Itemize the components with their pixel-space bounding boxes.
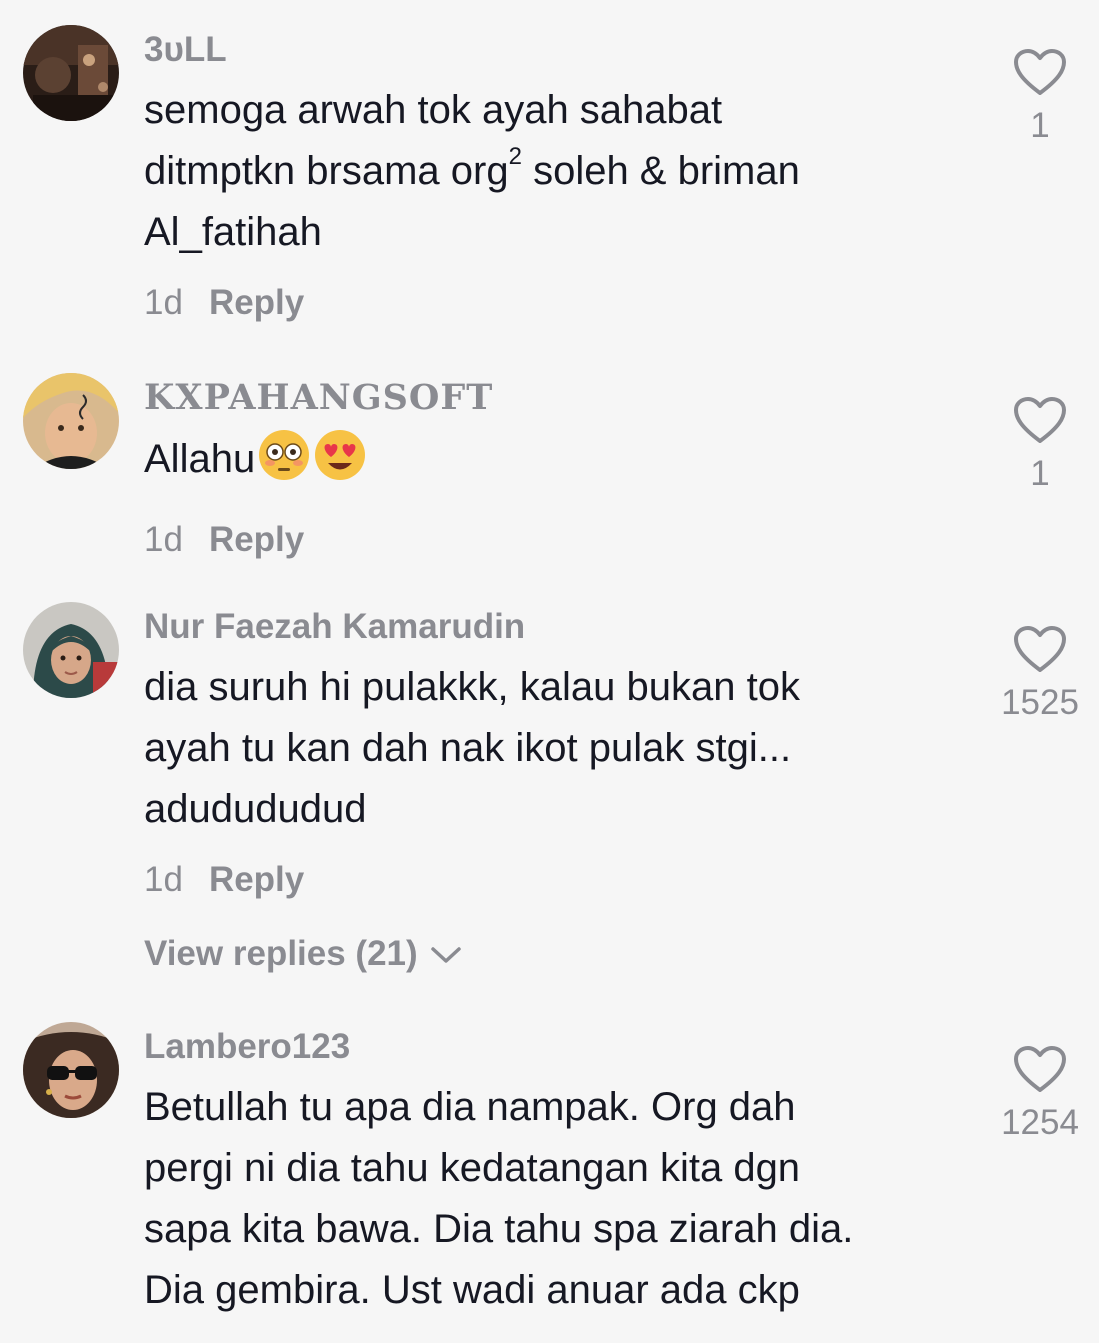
comment-text-line: soleh & briman [521, 149, 800, 193]
comment-text-line: Dia gembira. Ust wadi anuar ada ckp [144, 1268, 800, 1312]
comment-text-line: sapa kita bawa. Dia tahu spa ziarah dia. [144, 1207, 854, 1251]
comment-text-line: pergi ni dia tahu kedatangan kita dgn [144, 1146, 801, 1190]
comment-username[interactable]: 3ᴜLL [144, 30, 964, 70]
comment-text-line: adudududud [144, 787, 367, 831]
comment-text-line: ditmptkn brsama org [144, 149, 509, 193]
like-count: 1254 [1001, 1103, 1079, 1142]
comment-username[interactable]: Lambero123 [144, 1027, 964, 1067]
comment-username[interactable]: Nur Faezah Kamarudin [144, 607, 964, 647]
comment-text-line: semoga arwah tok ayah sahabat [144, 88, 723, 132]
comment-meta: 1d Reply [144, 520, 964, 560]
heart-outline-icon [1014, 49, 1066, 95]
view-replies-label: View replies (21) [144, 934, 418, 973]
like-count: 1525 [1001, 683, 1079, 722]
comment-text: Betullah tu apa dia nampak. Org dah perg… [144, 1077, 964, 1321]
comment-meta: 1d Reply [144, 860, 964, 900]
flushed-face-emoji [257, 428, 311, 500]
like-button[interactable]: 1525 [990, 625, 1090, 723]
comment-time: 1d [144, 860, 183, 899]
reply-button[interactable]: Reply [209, 283, 304, 322]
like-button[interactable]: 1 [990, 396, 1090, 494]
comment-text-line: Betullah tu apa dia nampak. Org dah [144, 1085, 796, 1129]
reply-button[interactable]: Reply [209, 520, 304, 559]
comment-time: 1d [144, 283, 183, 322]
like-count: 1 [1030, 454, 1050, 493]
heart-outline-icon [1014, 397, 1066, 443]
comment-text-line: Allahu [144, 437, 256, 481]
comment-body: KⅩPAHANGSOFT Allahu 1d Reply [144, 378, 964, 560]
comment-text-line: dia suruh hi pulakkk, kalau bukan tok [144, 665, 800, 709]
heart-eyes-emoji [313, 428, 367, 500]
view-replies-button[interactable]: View replies (21) [144, 934, 462, 974]
heart-outline-icon [1014, 1046, 1066, 1092]
avatar[interactable] [23, 25, 119, 121]
heart-outline-icon [1014, 626, 1066, 672]
comment-text-superscript: 2 [508, 143, 522, 170]
comment-username[interactable]: KⅩPAHANGSOFT [144, 378, 964, 418]
comment-time: 1d [144, 520, 183, 559]
comment-text-line: ayah tu kan dah nak ikot pulak stgi... [144, 726, 792, 770]
chevron-down-icon [430, 934, 462, 974]
reply-button[interactable]: Reply [209, 860, 304, 899]
comment-text: Allahu [144, 428, 964, 500]
comment-body: Nur Faezah Kamarudin dia suruh hi pulakk… [144, 607, 964, 974]
like-count: 1 [1030, 106, 1050, 145]
like-button[interactable]: 1 [990, 48, 1090, 146]
avatar[interactable] [23, 602, 119, 698]
comment-meta: 1d Reply [144, 283, 964, 323]
comment-body: 3ᴜLL semoga arwah tok ayah sahabat ditmp… [144, 30, 964, 323]
avatar[interactable] [23, 1022, 119, 1118]
comment-text-line: Al_fatihah [144, 210, 322, 254]
comment-body: Lambero123 Betullah tu apa dia nampak. O… [144, 1027, 964, 1321]
avatar[interactable] [23, 373, 119, 469]
like-button[interactable]: 1254 [990, 1045, 1090, 1143]
comment-text: semoga arwah tok ayah sahabat ditmptkn b… [144, 80, 964, 263]
comment-text: dia suruh hi pulakkk, kalau bukan tok ay… [144, 657, 964, 840]
